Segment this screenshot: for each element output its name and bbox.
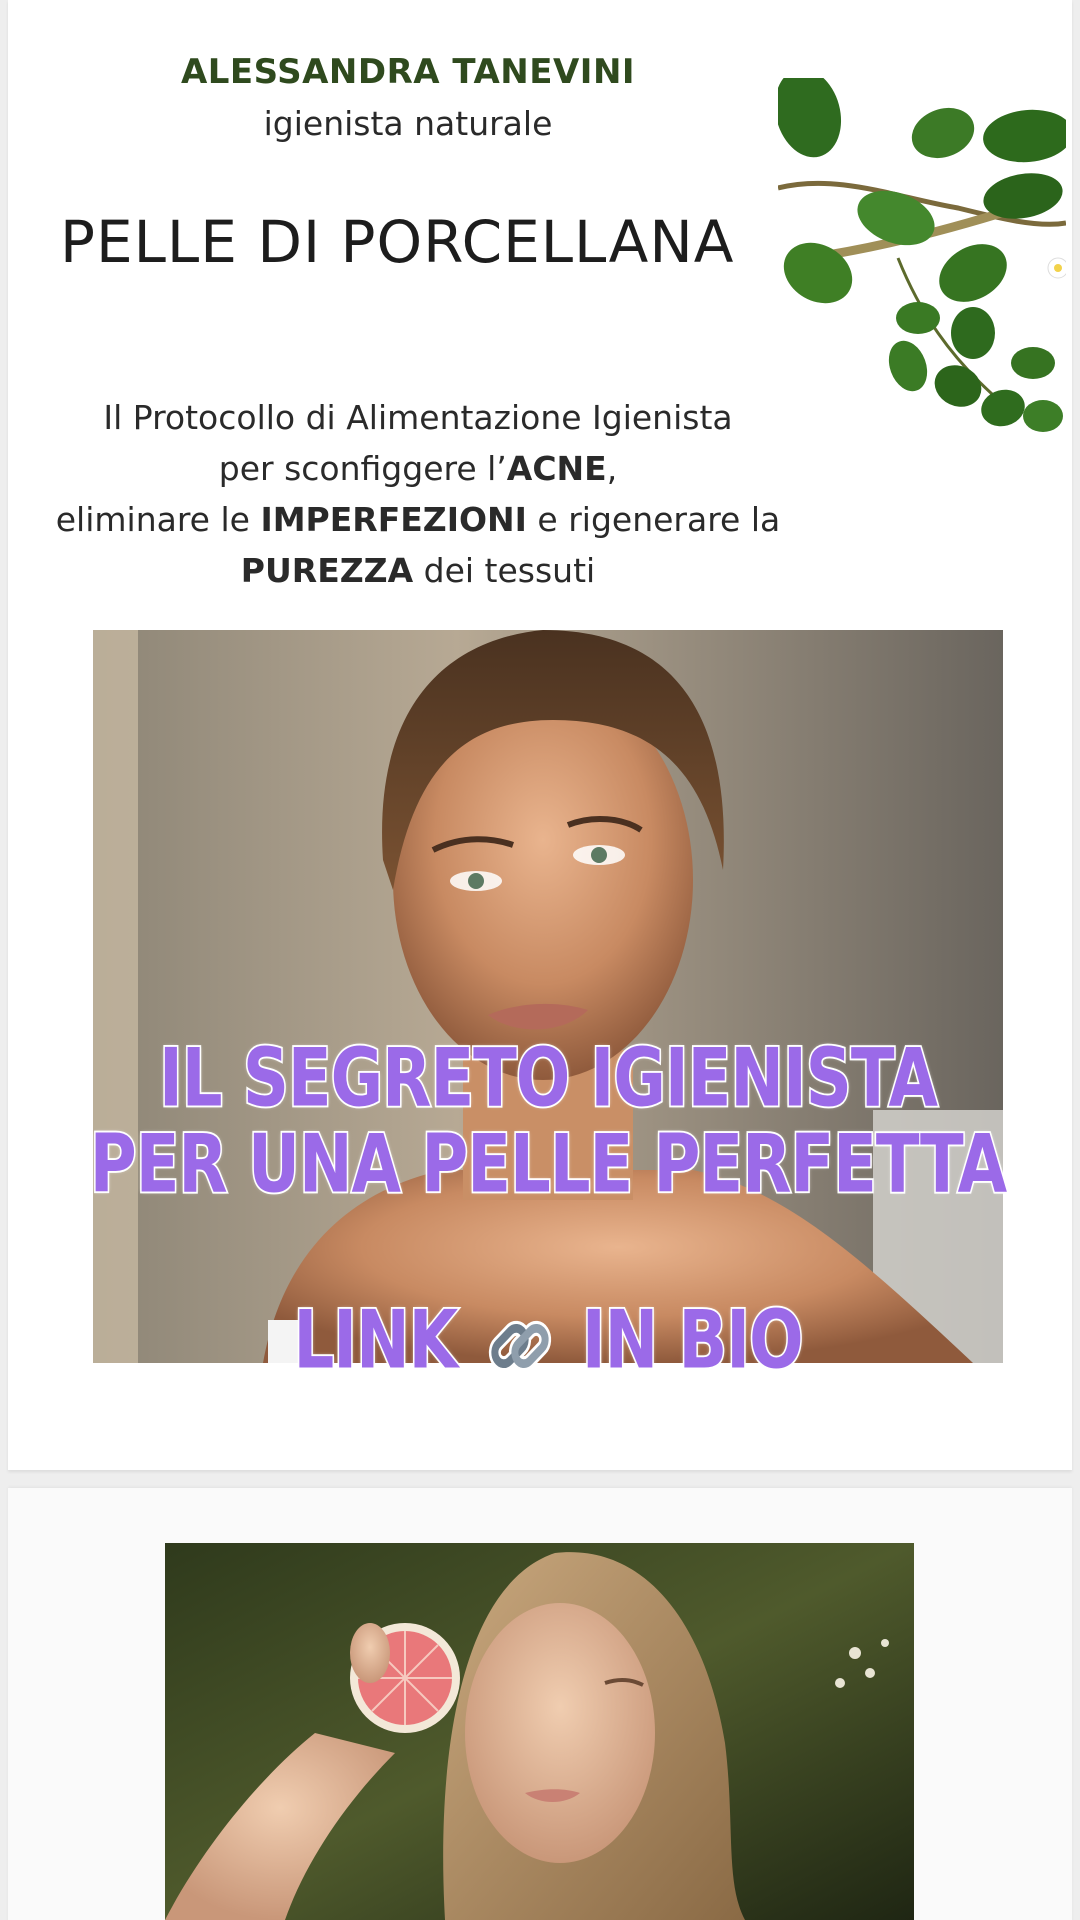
woman-grapefruit-photo — [165, 1543, 914, 1920]
leaves-illustration — [778, 78, 1066, 432]
ebook-cover-card[interactable]: ALESSANDRA TANEVINI igienista naturale P… — [8, 0, 1072, 1470]
author-name: ALESSANDRA TANEVINI — [180, 52, 636, 92]
link-in-bio-text: LINK — [292, 1293, 460, 1389]
description-text: dei tessuti — [413, 551, 596, 590]
description-line-1: Il Protocollo di Alimentazione Igienista — [103, 398, 733, 437]
author-role: igienista naturale — [263, 104, 553, 143]
overlay-headline-line-1: IL SEGRETO IGIENISTA — [157, 1031, 939, 1127]
product-title: PELLE DI PORCELLANA — [60, 208, 735, 276]
description-text: eliminare le — [55, 500, 261, 539]
description-line-2: per sconfiggere l’ACNE, — [28, 443, 808, 494]
link-icon — [488, 1321, 551, 1372]
description: Il Protocollo di Alimentazione Igienista… — [28, 392, 808, 596]
woman-portrait-photo — [93, 630, 1003, 1363]
description-highlight-acne: ACNE — [506, 449, 607, 488]
link-in-bio-callout[interactable]: LINK IN BIO — [8, 1293, 1080, 1389]
description-text: e rigenerare la — [526, 500, 781, 539]
overlay-headline-line-2: PER UNA PELLE PERFETTA — [88, 1117, 1008, 1213]
description-line-4: PUREZZA dei tessuti — [28, 545, 808, 596]
description-line-3: eliminare le IMPERFEZIONI e rigenerare l… — [28, 494, 808, 545]
description-highlight-imperfezioni: IMPERFEZIONI — [260, 500, 527, 539]
description-highlight-purezza: PUREZZA — [240, 551, 414, 590]
description-text: , — [606, 449, 618, 488]
screen: ALESSANDRA TANEVINI igienista naturale P… — [0, 0, 1080, 1920]
link-in-bio-text: IN BIO — [580, 1293, 805, 1389]
description-text: per sconfiggere l’ — [218, 449, 507, 488]
